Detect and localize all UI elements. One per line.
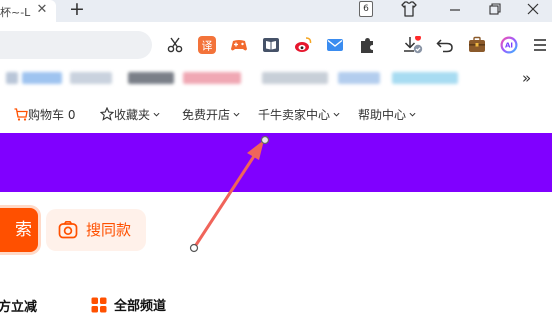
seller-center-menu[interactable]: 千牛卖家中心 — [258, 107, 340, 123]
search-button[interactable]: 索 — [0, 208, 38, 252]
favorites-menu[interactable]: 收藏夹 — [99, 106, 160, 123]
open-store-menu[interactable]: 免费开店 — [182, 107, 240, 123]
help-center-menu[interactable]: 帮助中心 — [358, 107, 416, 123]
cart-icon — [14, 108, 28, 121]
bookmark-item[interactable] — [6, 72, 18, 84]
bookmark-item[interactable] — [338, 72, 380, 84]
cart-link[interactable]: 购物车 0 — [14, 107, 75, 123]
new-tab-button[interactable]: + — [66, 0, 88, 20]
favorites-label: 收藏夹 — [114, 108, 151, 122]
ai-icon[interactable]: AI — [500, 36, 518, 54]
weibo-icon[interactable] — [294, 36, 312, 54]
tab-close-button[interactable]: ✕ — [35, 1, 49, 19]
mail-icon[interactable] — [326, 36, 344, 54]
discount-label[interactable]: 方立减 — [0, 296, 37, 315]
extensions-icon[interactable] — [358, 36, 376, 54]
address-bar[interactable] — [0, 31, 152, 59]
tab-count-icon[interactable]: 6 — [359, 1, 373, 17]
tab-strip: 杯~-L ✕ + 6 — [0, 0, 552, 22]
search-same-item-button[interactable]: 搜同款 — [46, 209, 146, 251]
site-nav: 购物车 0 收藏夹 免费开店 千牛卖家中心 帮助中心 — [0, 102, 552, 128]
game-icon[interactable] — [230, 36, 248, 54]
download-icon[interactable] — [402, 36, 424, 54]
grid-icon — [91, 297, 107, 313]
search-same-item-label: 搜同款 — [86, 221, 132, 239]
chevron-down-icon — [233, 112, 240, 117]
bookmarks-more-button[interactable]: » — [522, 69, 538, 87]
chevron-down-icon — [153, 112, 160, 117]
translate-icon[interactable]: 译 — [198, 36, 216, 54]
seller-center-label: 千牛卖家中心 — [258, 108, 331, 122]
star-icon — [99, 106, 115, 121]
reader-icon[interactable] — [262, 36, 280, 54]
browser-tab[interactable]: 杯~-L ✕ — [0, 0, 56, 22]
promo-banner[interactable] — [0, 133, 552, 192]
bookmark-item[interactable] — [262, 72, 328, 84]
svg-text:译: 译 — [202, 40, 213, 53]
minimize-icon[interactable] — [448, 3, 462, 17]
chevron-down-icon — [409, 112, 416, 117]
bookmark-item[interactable] — [392, 72, 458, 84]
undo-icon[interactable] — [436, 36, 454, 54]
open-store-label: 免费开店 — [182, 108, 231, 122]
scissors-icon[interactable] — [166, 36, 184, 54]
cart-label: 购物车 0 — [28, 108, 76, 122]
restore-icon[interactable] — [488, 2, 502, 16]
wallet-icon[interactable] — [468, 36, 486, 54]
svg-text:AI: AI — [505, 42, 513, 50]
bookmarks-bar: » — [0, 66, 552, 92]
bookmark-item[interactable] — [22, 72, 62, 84]
close-icon[interactable] — [526, 2, 540, 16]
skin-icon[interactable] — [400, 0, 418, 18]
camera-icon — [58, 220, 78, 239]
tab-title: 杯~-L — [0, 6, 31, 19]
help-center-label: 帮助中心 — [358, 108, 407, 122]
all-channels-link[interactable]: 全部频道 — [114, 295, 166, 314]
menu-icon[interactable] — [532, 36, 548, 54]
browser-toolbar: 译 AI — [0, 22, 552, 66]
chevron-down-icon — [333, 112, 340, 117]
bookmark-item[interactable] — [70, 72, 112, 84]
bookmark-item[interactable] — [183, 72, 241, 84]
bookmark-item[interactable] — [128, 72, 174, 84]
